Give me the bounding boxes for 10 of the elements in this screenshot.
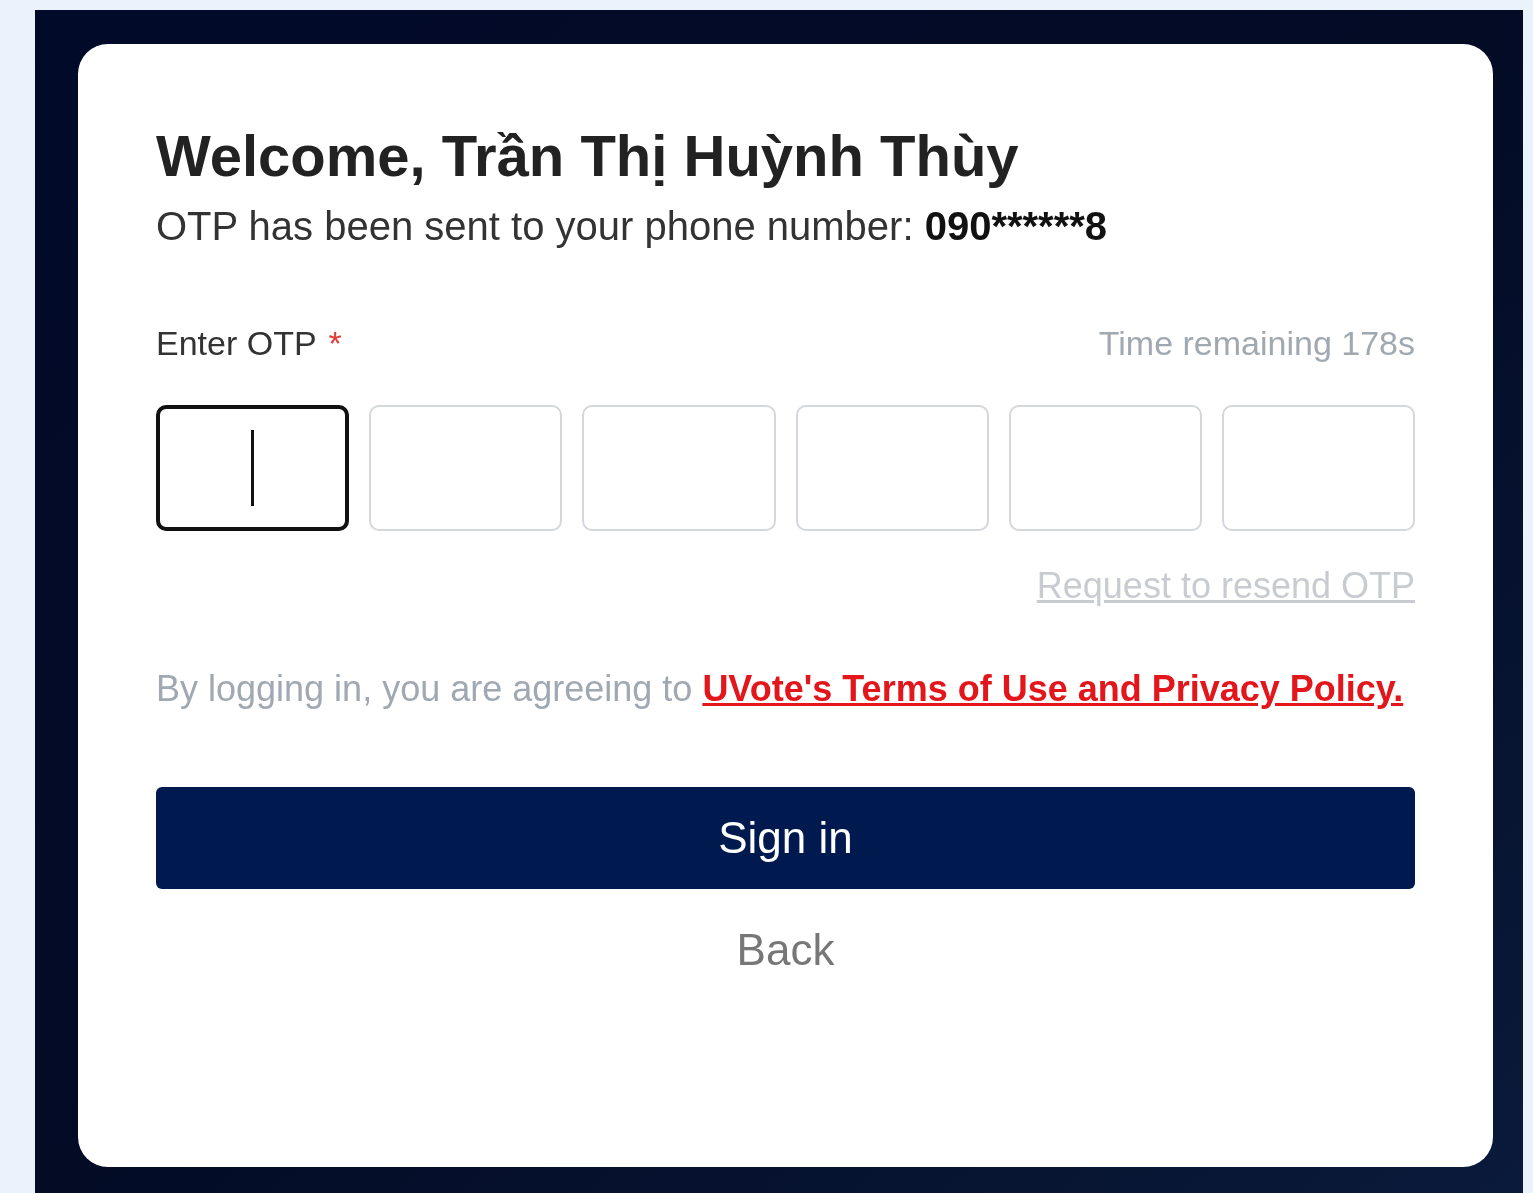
back-button[interactable]: Back (720, 913, 851, 987)
sign-in-button[interactable]: Sign in (156, 787, 1415, 889)
welcome-title: Welcome, Trần Thị Huỳnh Thùy (156, 122, 1020, 190)
otp-digit-field[interactable] (156, 405, 350, 531)
time-remaining: Time remaining 178s (1098, 323, 1415, 364)
otp-label: Enter OTP (156, 323, 317, 364)
terms-link[interactable]: UVote's Terms of Use and Privacy Policy. (702, 668, 1404, 709)
required-mark: * (328, 323, 342, 364)
otp-sent-message: OTP has been sent to your phone number: 090******8 (156, 203, 1109, 250)
terms-text: By logging in, you are agreeing to UVote's Terms of Use and Privacy Policy. (156, 667, 1405, 711)
